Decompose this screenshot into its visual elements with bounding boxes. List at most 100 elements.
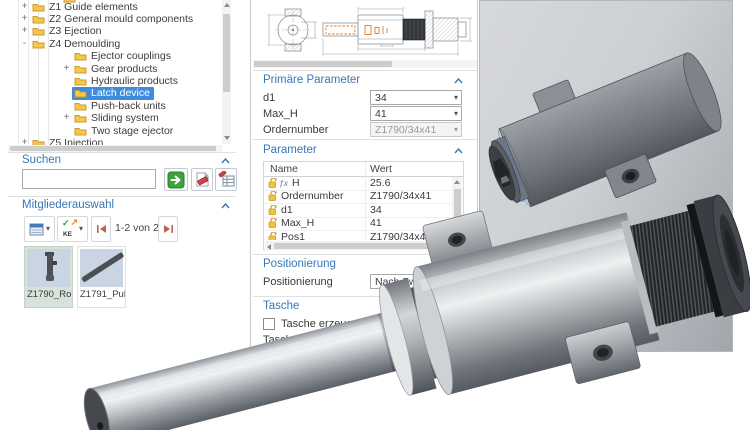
parameter-table-row[interactable]: Max_H 41: [264, 217, 452, 232]
section-divider: [253, 296, 477, 297]
section-divider: [253, 139, 477, 140]
parameter-table-row[interactable]: d1 34: [264, 203, 452, 218]
chevron-up-icon[interactable]: [221, 203, 230, 209]
tree-expander-icon[interactable]: +: [61, 113, 72, 123]
section-divider: [8, 152, 236, 153]
table-h-scrollbar[interactable]: [265, 241, 453, 250]
tree-item[interactable]: Two stage ejector: [8, 124, 236, 137]
clear-search-button[interactable]: [191, 168, 213, 191]
folder-icon: [74, 88, 87, 98]
clear-search-icon: [194, 171, 211, 188]
scroll-up-icon[interactable]: [224, 3, 230, 7]
scroll-left-icon[interactable]: [267, 244, 271, 250]
member-card-label: Z1791_Pulli...: [78, 289, 125, 300]
tree-item[interactable]: Hydraulic products: [8, 74, 236, 87]
parameter-select[interactable]: 41 ▾: [370, 106, 462, 121]
dropdown-caret-icon: ▾: [79, 225, 83, 233]
folder-icon: [32, 14, 45, 24]
last-page-button[interactable]: [158, 216, 178, 242]
table-v-scrollbar[interactable]: [452, 177, 462, 240]
parameter-name: Max_H: [281, 217, 314, 229]
tree-item[interactable]: + Z1 Guide elements: [8, 0, 233, 13]
pin-part-icon: [27, 249, 72, 287]
lock-open-icon: [268, 191, 277, 201]
3d-part-latch-device: [480, 1, 732, 351]
technical-drawing-preview[interactable]: [253, 2, 477, 58]
first-page-icon: [96, 224, 107, 234]
parameter-label: Ordernumber: [263, 124, 328, 136]
tree-item[interactable]: Ejector couplings: [8, 50, 236, 63]
dropdown-caret-icon: ▾: [454, 110, 458, 118]
lock-open-icon: [268, 205, 277, 215]
preview-h-scrollbar[interactable]: [253, 60, 477, 68]
folder-icon: [74, 76, 87, 86]
scroll-right-icon[interactable]: [447, 244, 451, 250]
chevron-up-icon[interactable]: [454, 148, 463, 154]
tree-item[interactable]: + Gear products: [8, 62, 236, 75]
positioning-select[interactable]: Nach Zwangsb ▾: [370, 274, 462, 289]
tree-expander-icon[interactable]: +: [19, 2, 30, 12]
3d-viewport[interactable]: [479, 0, 733, 352]
ke-icon: ✓ ↗ KE: [62, 221, 77, 237]
tree-v-scroll-thumb[interactable]: [223, 14, 230, 92]
tree-item[interactable]: Push-back units: [8, 99, 236, 112]
table-v-scroll-thumb[interactable]: [454, 189, 461, 217]
member-card[interactable]: Z1791_Pulli...: [77, 246, 126, 308]
pocket-create-label: Tasche erzeugen: [281, 318, 365, 330]
search-input[interactable]: [22, 169, 156, 189]
pocket-create-checkbox[interactable]: [263, 318, 275, 330]
member-card-label: Z1790_Rou...: [25, 289, 72, 300]
folder-icon: [74, 64, 87, 74]
tree-expander-icon[interactable]: -: [19, 39, 30, 49]
tree-item[interactable]: + Sliding system: [8, 112, 236, 125]
tree-expander-icon[interactable]: +: [19, 14, 30, 24]
parameter-table[interactable]: Name Wert ƒx H 25.6 Ordernumber Z1790/34…: [263, 161, 464, 250]
tree-expander-icon[interactable]: +: [19, 26, 30, 36]
parameter-select[interactable]: Z1790/34x41 ▾: [370, 122, 462, 137]
tree-v-scrollbar[interactable]: [222, 0, 231, 144]
preview-h-scroll-thumb[interactable]: [254, 61, 392, 67]
column-header-name: Name: [270, 163, 298, 175]
parameter-label: Max_H: [263, 108, 298, 120]
primary-parameter-row: d1 34 ▾: [263, 90, 463, 105]
tree-item-label: Push-back units: [91, 100, 166, 112]
pocket-title: Tasche: [263, 300, 299, 312]
section-divider: [253, 70, 477, 71]
parameter-name: d1: [281, 204, 293, 216]
table-search-button[interactable]: [215, 168, 237, 191]
tree-item[interactable]: Latch device: [8, 87, 236, 100]
tree-item-label: Gear products: [91, 63, 158, 75]
parameter-table-row[interactable]: ƒx H 25.6: [264, 176, 452, 191]
positioning-label: Positionierung: [263, 276, 333, 288]
table-h-scroll-thumb[interactable]: [274, 243, 439, 249]
search-go-button[interactable]: [164, 168, 188, 191]
tree-h-scrollbar[interactable]: [8, 145, 222, 152]
tree-expander-icon[interactable]: +: [61, 64, 72, 74]
tree-item[interactable]: + Z3 Ejection: [8, 25, 233, 38]
tree-item[interactable]: + Z2 General mould components: [8, 12, 233, 25]
rod-part-icon: [80, 249, 125, 287]
parameter-value: Z1790/34x41-01: [365, 231, 446, 240]
parameter-table-row[interactable]: Pos1 Z1790/34x41-01: [264, 230, 452, 240]
search-section-title: Suchen: [22, 154, 61, 166]
parameter-value: Z1790/34x41: [365, 190, 431, 202]
folder-icon: [74, 126, 87, 136]
chevron-up-icon[interactable]: [221, 158, 230, 164]
parameter-panel: Primäre Parameter d1 34 ▾ Max_H 41 ▾ Ord…: [250, 0, 478, 380]
view-mode-button[interactable]: ▾: [24, 216, 55, 242]
folder-icon: [74, 113, 87, 123]
chevron-up-icon[interactable]: [454, 78, 463, 84]
scroll-up-icon[interactable]: [454, 180, 460, 184]
lock-open-icon: [268, 232, 277, 240]
scroll-down-icon[interactable]: [454, 232, 460, 236]
ke-filter-button[interactable]: ✓ ↗ KE ▾: [57, 216, 88, 242]
scroll-down-icon[interactable]: [224, 136, 230, 140]
first-page-button[interactable]: [91, 216, 111, 242]
member-card[interactable]: Z1790_Rou...: [24, 246, 73, 308]
parameter-select[interactable]: 34 ▾: [370, 90, 462, 105]
tree-h-scroll-thumb[interactable]: [10, 146, 216, 151]
parameter-table-row[interactable]: Ordernumber Z1790/34x41: [264, 190, 452, 205]
section-divider: [8, 196, 236, 197]
tree-item[interactable]: - Z4 Demoulding: [8, 37, 233, 50]
catalog-tree[interactable]: + Z1 Guide elements + Z2 General mould c…: [8, 0, 236, 152]
